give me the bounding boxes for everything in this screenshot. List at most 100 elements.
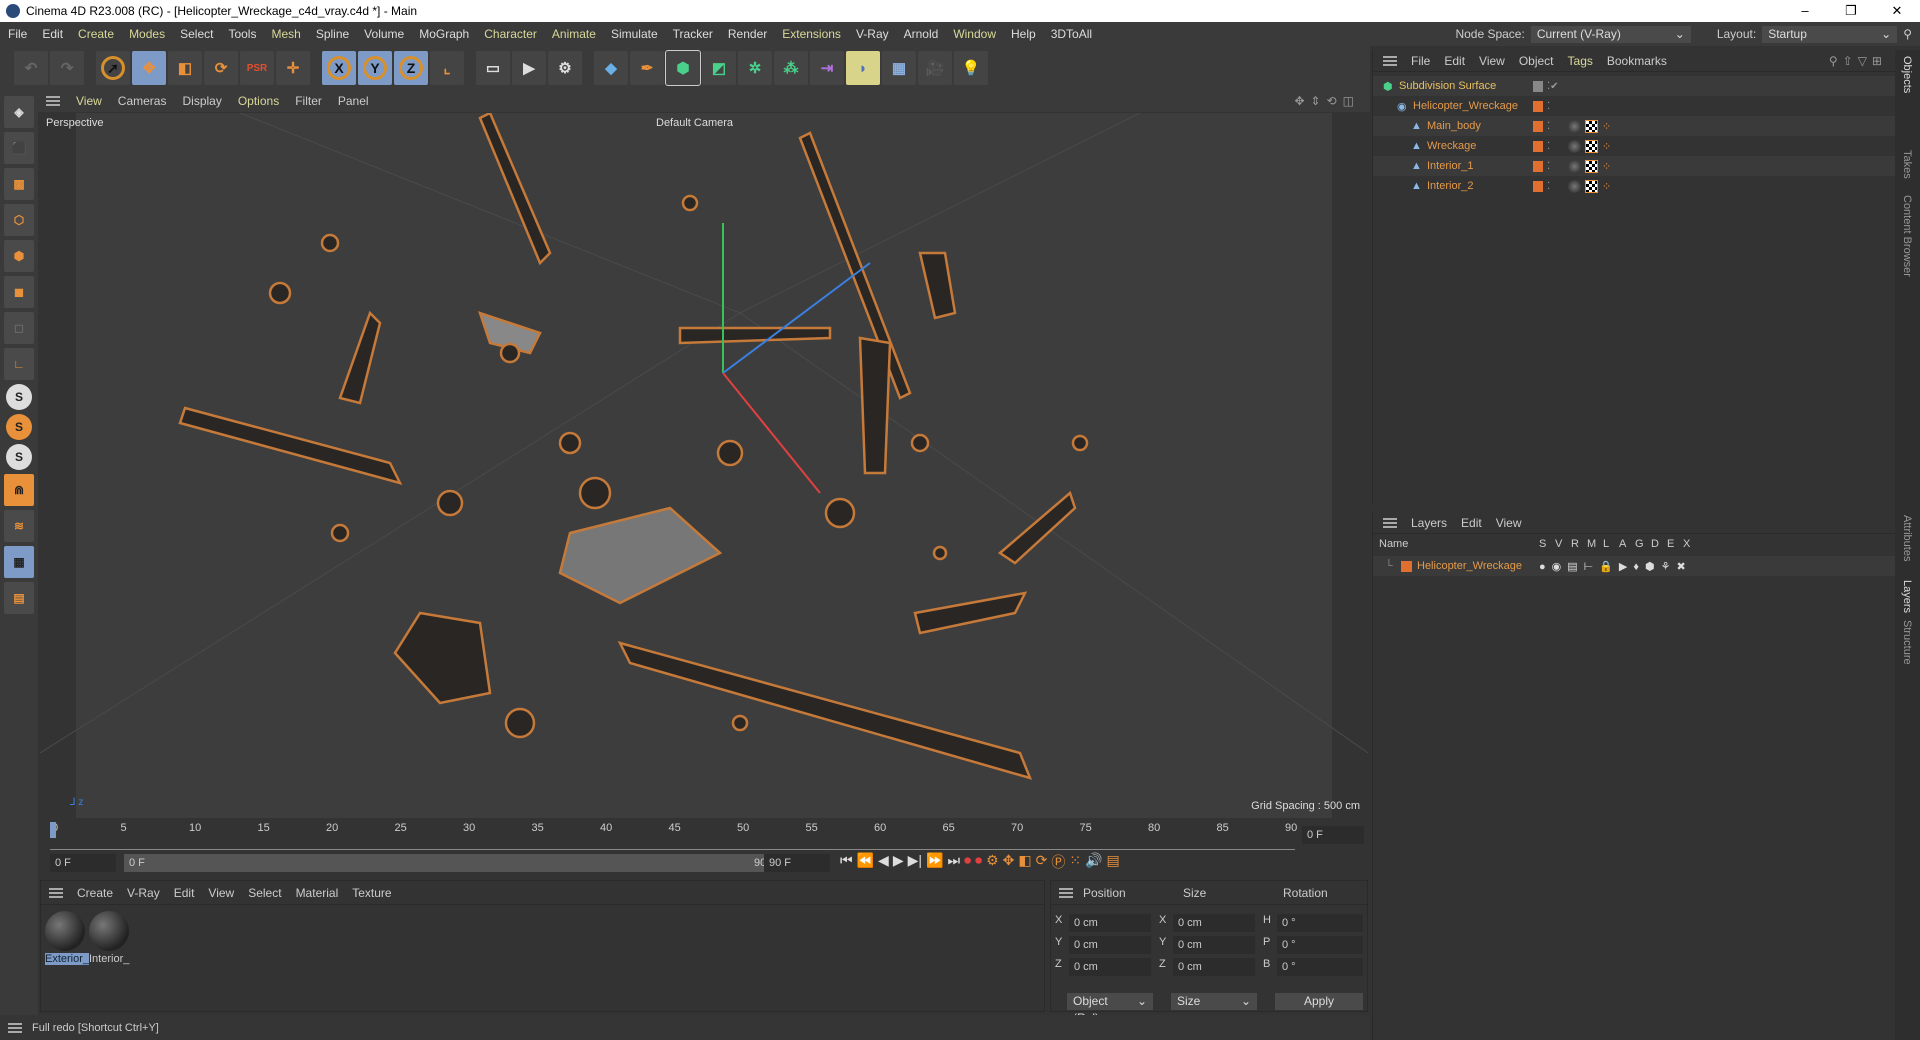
previous-frame-icon[interactable]: ◀ xyxy=(878,852,889,872)
menu-help[interactable]: Help xyxy=(1011,27,1036,41)
uv-mode-button[interactable]: ◻ xyxy=(4,312,34,344)
y-axis-button[interactable]: Y xyxy=(358,51,392,85)
rotation-field[interactable]: 0 ° xyxy=(1277,936,1363,954)
key-scale-icon[interactable]: ◧ xyxy=(1018,852,1031,872)
object-row[interactable]: ▲ Interior_1 ⁚ ⁘ xyxy=(1373,156,1895,176)
menu-spline[interactable]: Spline xyxy=(316,27,349,41)
end-frame-field[interactable]: 90 F xyxy=(764,854,830,872)
next-frame-icon[interactable]: ▶| xyxy=(908,852,922,872)
uvw-tag-icon[interactable] xyxy=(1585,139,1598,153)
material-menu-select[interactable]: Select xyxy=(248,886,281,900)
object-row[interactable]: ◉ Helicopter_Wreckage ⁚ xyxy=(1373,96,1895,116)
layer-menu-edit[interactable]: Edit xyxy=(1461,516,1482,530)
menu-edit[interactable]: Edit xyxy=(42,27,63,41)
floor-button[interactable]: ▦ xyxy=(882,51,916,85)
tab-layers[interactable]: Layers xyxy=(1901,580,1913,613)
hamburger-icon[interactable] xyxy=(1383,517,1397,528)
position-field[interactable]: 0 cm xyxy=(1069,958,1151,976)
render-view-button[interactable]: ▭ xyxy=(476,51,510,85)
hamburger-icon[interactable] xyxy=(8,1022,22,1033)
texture-mode-button[interactable]: ▩ xyxy=(4,168,34,200)
model-mode-button[interactable]: ⬛ xyxy=(4,132,34,164)
menu-vray[interactable]: V-Ray xyxy=(856,27,889,41)
material-tag-icon[interactable] xyxy=(1568,119,1581,133)
timeline-ruler[interactable]: 051015202530354045505560657075808590 0 F xyxy=(40,820,1368,850)
auto-key-icon[interactable]: ⏺ xyxy=(975,852,982,872)
object-menu-edit[interactable]: Edit xyxy=(1444,54,1465,68)
menu-select[interactable]: Select xyxy=(180,27,213,41)
field-button[interactable]: ◗ xyxy=(846,51,880,85)
size-field[interactable]: 0 cm xyxy=(1173,914,1255,932)
coordinate-system-button[interactable]: ⌞ xyxy=(430,51,464,85)
vray-tag-icon[interactable]: ⁘ xyxy=(1602,160,1615,173)
extrude-button[interactable]: ◩ xyxy=(702,51,736,85)
3d-viewport[interactable]: Perspective Default Camera Grid Spacing … xyxy=(40,113,1368,818)
hamburger-icon[interactable] xyxy=(1059,887,1073,898)
key-rotation-icon[interactable]: ⟳ xyxy=(1036,852,1048,872)
viewport-menu-filter[interactable]: Filter xyxy=(295,94,322,108)
start-frame-field[interactable]: 0 F xyxy=(50,854,116,872)
key-parameter-icon[interactable]: Ⓟ xyxy=(1051,852,1065,872)
object-name[interactable]: Interior_2 xyxy=(1427,180,1473,192)
visibility-dots-icon[interactable]: ⁚ xyxy=(1547,181,1550,192)
vray-tag-icon[interactable]: ⁘ xyxy=(1602,180,1615,193)
visibility-dots-icon[interactable]: ⁚ xyxy=(1547,121,1550,132)
rotation-field[interactable]: 0 ° xyxy=(1277,958,1363,976)
search-icon[interactable]: ⚲ xyxy=(1903,27,1912,41)
material-interior[interactable]: Interior_ xyxy=(89,911,129,965)
viewport-menu-options[interactable]: Options xyxy=(238,94,279,108)
material-menu-view[interactable]: View xyxy=(208,886,234,900)
layer-color-swatch[interactable] xyxy=(1533,120,1543,132)
visibility-dots-icon[interactable]: ⁚ xyxy=(1547,161,1550,172)
layer-color-swatch[interactable] xyxy=(1401,560,1412,572)
next-key-icon[interactable]: ⏩ xyxy=(926,852,943,872)
polygons-mode-button[interactable]: ◼ xyxy=(4,276,34,308)
menu-window[interactable]: Window xyxy=(953,27,996,41)
visibility-dots-icon[interactable]: ⁚ xyxy=(1547,101,1550,112)
array-button[interactable]: ⁂ xyxy=(774,51,808,85)
camera-label[interactable]: Default Camera xyxy=(656,117,733,129)
menu-3dtoall[interactable]: 3DToAll xyxy=(1051,27,1092,41)
size-mode-dropdown[interactable]: Size ⌄ xyxy=(1171,993,1257,1010)
make-editable-button[interactable]: ◈ xyxy=(4,96,34,128)
deformer-button[interactable]: ⇥ xyxy=(810,51,844,85)
snap-mode-button[interactable]: S xyxy=(6,444,32,470)
menu-tracker[interactable]: Tracker xyxy=(673,27,713,41)
menu-create[interactable]: Create xyxy=(78,27,114,41)
menu-character[interactable]: Character xyxy=(484,27,537,41)
object-menu-view[interactable]: View xyxy=(1479,54,1505,68)
tab-content-browser[interactable]: Content Browser xyxy=(1901,195,1913,277)
go-to-start-icon[interactable]: ⏮ xyxy=(840,852,853,872)
material-menu-texture[interactable]: Texture xyxy=(352,886,391,900)
keyframe-selection-icon[interactable]: ⚙ xyxy=(986,852,999,872)
layer-menu-view[interactable]: View xyxy=(1496,516,1522,530)
previous-key-icon[interactable]: ⏪ xyxy=(857,852,874,872)
cube-button[interactable]: ◆ xyxy=(594,51,628,85)
object-row[interactable]: ▲ Interior_2 ⁚ ⁘ xyxy=(1373,176,1895,196)
material-menu-create[interactable]: Create xyxy=(77,886,113,900)
material-menu-edit[interactable]: Edit xyxy=(174,886,195,900)
go-to-end-icon[interactable]: ⏭ xyxy=(947,852,960,872)
rotate-tool-button[interactable]: ⟳ xyxy=(204,51,238,85)
menu-render[interactable]: Render xyxy=(728,27,767,41)
layout-dropdown[interactable]: Startup ⌄ xyxy=(1762,25,1898,43)
render-settings-button[interactable]: ⚙ xyxy=(548,51,582,85)
coordinate-mode-dropdown[interactable]: Object (Rel) ⌄ xyxy=(1067,993,1153,1025)
snap-settings-button[interactable]: S xyxy=(6,414,32,440)
layer-color-swatch[interactable] xyxy=(1533,80,1543,92)
key-pla-icon[interactable]: ⁙ xyxy=(1069,852,1081,872)
layer-color-swatch[interactable] xyxy=(1533,100,1543,112)
z-axis-button[interactable]: Z xyxy=(394,51,428,85)
object-menu-object[interactable]: Object xyxy=(1519,54,1554,68)
menu-tools[interactable]: Tools xyxy=(228,27,256,41)
layer-toggle-icons[interactable]: ●◉▤⊢🔒▶♦⬢⚘✖ xyxy=(1539,560,1692,573)
material-tag-icon[interactable] xyxy=(1568,179,1581,193)
rotation-field[interactable]: 0 ° xyxy=(1277,914,1363,932)
object-menu-tags[interactable]: Tags xyxy=(1568,54,1593,68)
edges-mode-button[interactable]: ⬢ xyxy=(4,240,34,272)
object-menu-file[interactable]: File xyxy=(1411,54,1430,68)
menu-animate[interactable]: Animate xyxy=(552,27,596,41)
snap-button[interactable]: S xyxy=(6,384,32,410)
object-name[interactable]: Wreckage xyxy=(1427,140,1476,152)
viewport-menu-panel[interactable]: Panel xyxy=(338,94,369,108)
